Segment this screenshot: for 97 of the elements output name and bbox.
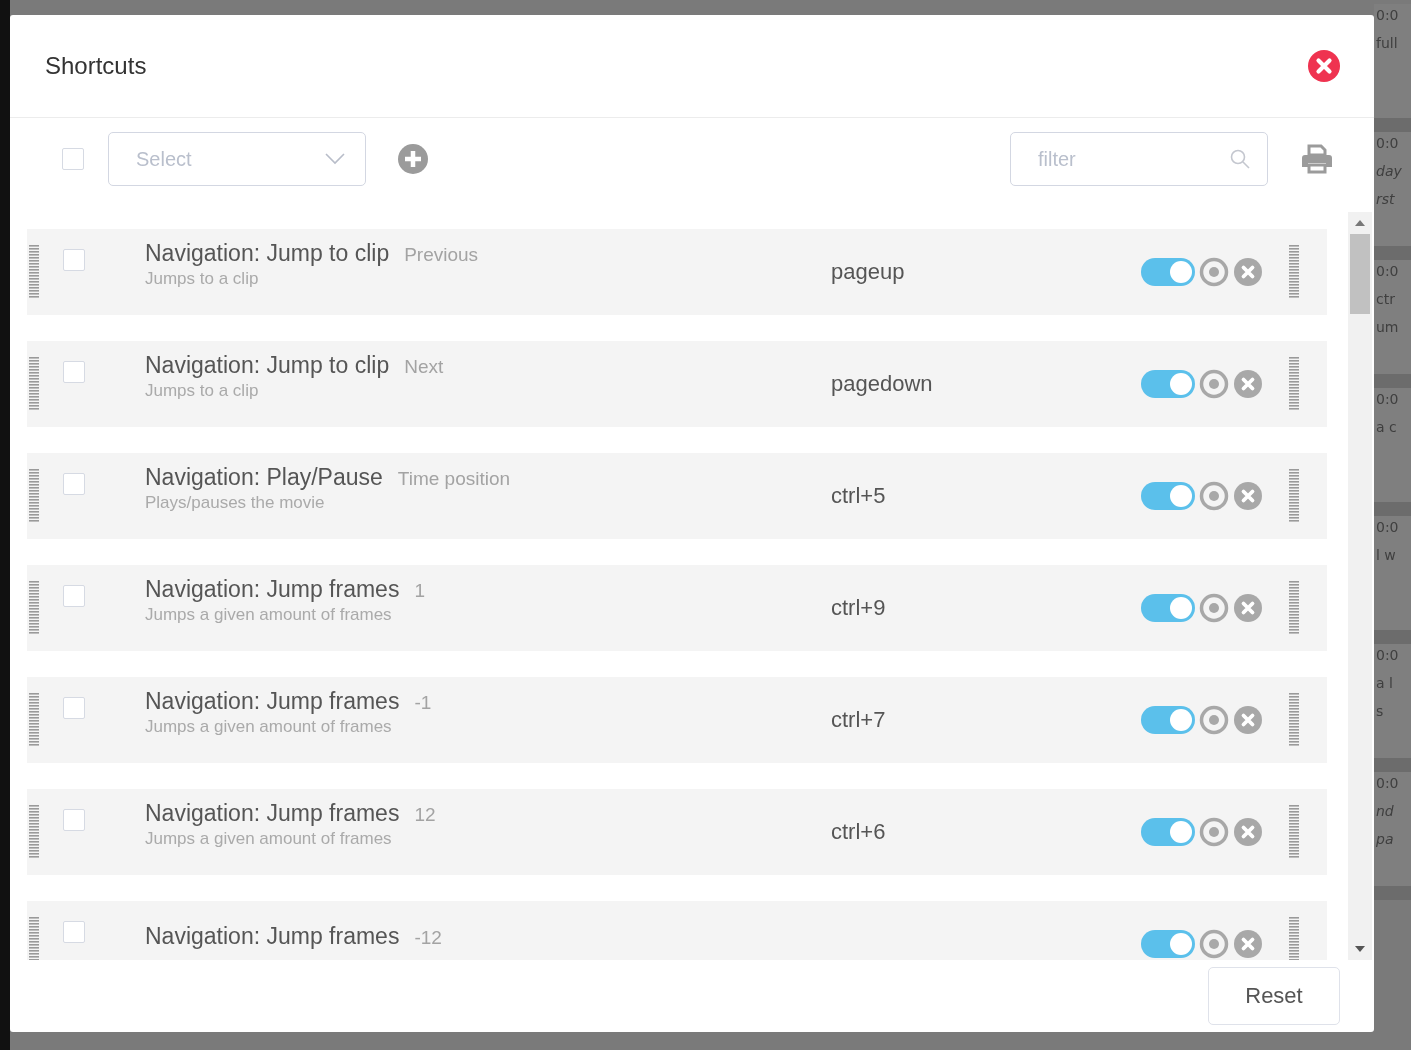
toggle-switch[interactable] [1141,818,1195,846]
target-icon[interactable] [1199,481,1229,511]
remove-icon[interactable] [1233,817,1263,847]
shortcut-parameter: -1 [414,691,432,714]
target-icon[interactable] [1199,817,1229,847]
toggle-switch[interactable] [1141,482,1195,510]
add-icon[interactable] [398,144,428,174]
key-binding[interactable]: ctrl+9 [831,595,886,620]
target-icon[interactable] [1199,929,1229,959]
background-text: a c [1376,418,1398,436]
drag-handle-icon[interactable] [1289,917,1299,960]
shortcut-name: Navigation: Play/Pause [145,463,383,491]
drag-handle-icon[interactable] [29,357,39,411]
background-text: 0:0 [1376,390,1400,408]
key-binding[interactable]: pagedown [831,371,933,396]
shortcut-description: Jumps to a clip [145,268,260,289]
background-text: rst [1376,190,1396,208]
background-text: 0:0 [1376,262,1400,280]
close-icon[interactable] [1308,50,1340,82]
shortcut-description: Jumps a given amount of frames [145,828,393,849]
dialog-title: Shortcuts [45,52,148,80]
checkbox[interactable] [63,697,85,719]
search-icon [1230,149,1250,169]
toggle-switch[interactable] [1141,594,1195,622]
shortcut-name: Navigation: Jump frames [145,922,400,950]
reset-button[interactable]: Reset [1208,967,1340,1025]
shortcut-name: Navigation: Jump to clip [145,351,390,379]
checkbox[interactable] [63,249,85,271]
shortcut-description: Jumps to a clip [145,380,260,401]
remove-icon[interactable] [1233,369,1263,399]
drag-handle-icon[interactable] [1289,581,1299,635]
scroll-down-icon[interactable] [1355,946,1365,952]
scrollbar-thumb[interactable] [1350,234,1370,314]
shortcut-name: Navigation: Jump to clip [145,239,390,267]
toggle-switch[interactable] [1141,706,1195,734]
background-text: pa [1376,830,1395,848]
background-text: 0:0 [1376,134,1400,152]
shortcut-name: Navigation: Jump frames [145,575,400,603]
key-binding[interactable]: pageup [831,259,905,284]
background-text: day [1376,162,1403,180]
remove-icon[interactable] [1233,593,1263,623]
drag-handle-icon[interactable] [1289,693,1299,747]
remove-icon[interactable] [1233,481,1263,511]
background-text: 0:0 [1376,6,1400,24]
shortcut-description: Jumps a given amount of frames [145,716,393,737]
background-text: 0:0 [1376,646,1400,664]
drag-handle-icon[interactable] [1289,469,1299,523]
toggle-switch[interactable] [1141,930,1195,958]
target-icon[interactable] [1199,257,1229,287]
remove-icon[interactable] [1233,705,1263,735]
remove-icon[interactable] [1233,257,1263,287]
shortcut-name: Navigation: Jump frames [145,687,400,715]
chevron-down-icon [325,153,345,165]
remove-icon[interactable] [1233,929,1263,959]
filter-field[interactable]: filter [1010,132,1268,186]
checkbox[interactable] [63,473,85,495]
background-text: 0:0 [1376,518,1400,536]
shortcut-description: Plays/pauses the movie [145,492,326,513]
background-text: ctr [1376,290,1396,308]
checkbox[interactable] [63,585,85,607]
print-icon[interactable] [1300,144,1334,174]
drag-handle-icon[interactable] [1289,245,1299,299]
background-text: um [1376,318,1400,336]
drag-handle-icon[interactable] [1289,805,1299,859]
target-icon[interactable] [1199,593,1229,623]
shortcut-parameter: Previous [404,243,479,266]
drag-handle-icon[interactable] [29,469,39,523]
background-text: 0:0 [1376,774,1400,792]
shortcut-parameter: Time position [397,467,511,490]
shortcut-parameter: 1 [414,579,425,602]
background-text: full [1376,34,1399,52]
toggle-switch[interactable] [1141,370,1195,398]
drag-handle-icon[interactable] [29,245,39,299]
drag-handle-icon[interactable] [29,917,39,960]
shortcut-description: Jumps a given amount of frames [145,604,393,625]
background-text: s [1376,702,1385,720]
background-text: nd [1376,802,1395,820]
target-icon[interactable] [1199,369,1229,399]
key-binding[interactable]: ctrl+7 [831,707,886,732]
scrollbar[interactable] [1348,212,1372,960]
drag-handle-icon[interactable] [29,805,39,859]
checkbox[interactable] [62,148,84,170]
shortcut-parameter: -12 [414,926,442,949]
shortcut-parameter: Next [404,355,444,378]
drag-handle-icon[interactable] [29,693,39,747]
shortcut-parameter: 12 [414,803,436,826]
drag-handle-icon[interactable] [1289,357,1299,411]
checkbox[interactable] [63,361,85,383]
checkbox[interactable] [63,921,85,943]
toggle-switch[interactable] [1141,258,1195,286]
shortcut-name: Navigation: Jump frames [145,799,400,827]
scroll-up-icon[interactable] [1355,220,1365,226]
drag-handle-icon[interactable] [29,581,39,635]
target-icon[interactable] [1199,705,1229,735]
checkbox[interactable] [63,809,85,831]
key-binding[interactable]: ctrl+6 [831,819,886,844]
key-binding[interactable]: ctrl+5 [831,483,886,508]
